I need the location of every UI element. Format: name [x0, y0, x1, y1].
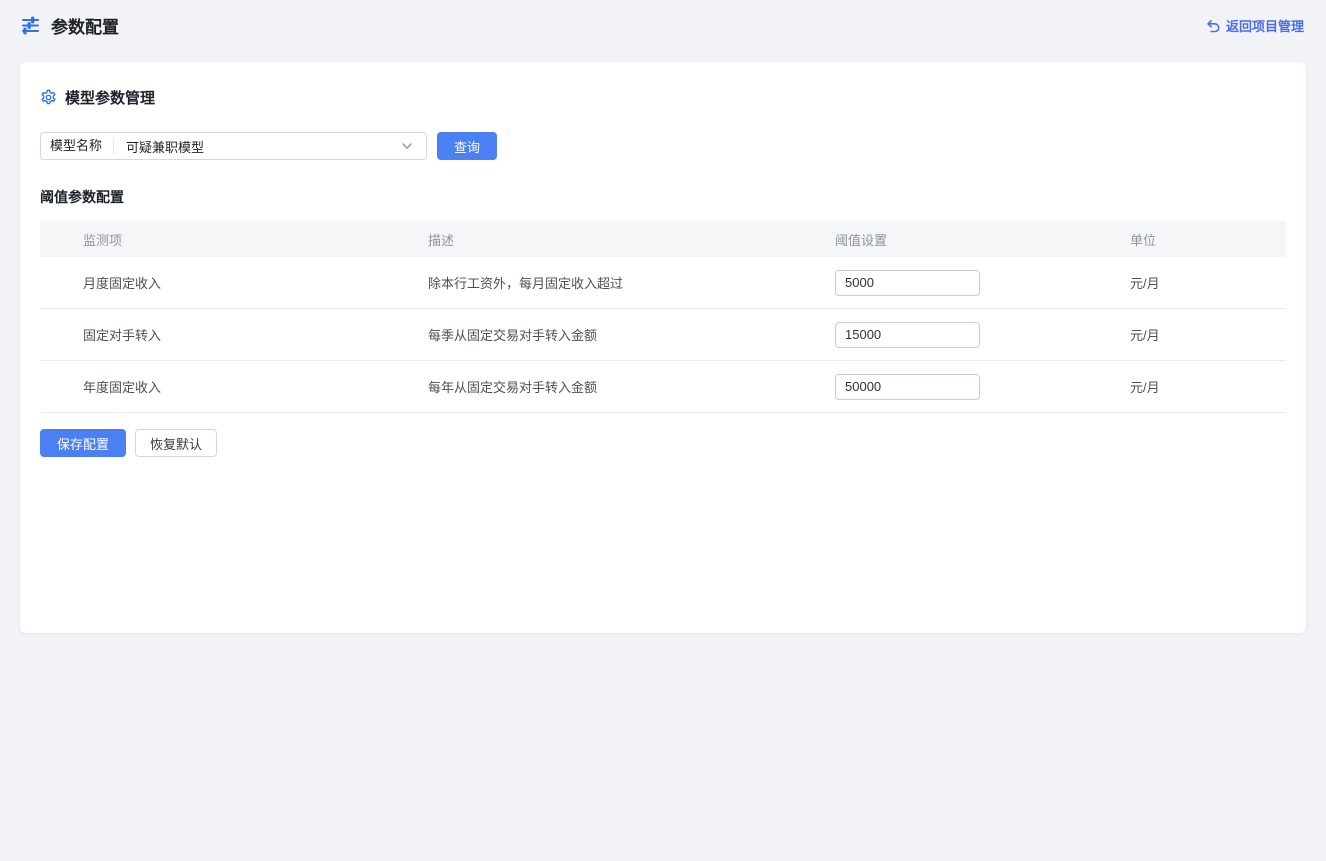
sliders-icon	[20, 15, 41, 36]
restore-defaults-button[interactable]: 恢复默认	[135, 429, 217, 457]
page-title: 参数配置	[51, 13, 119, 38]
table-header-row: 监测项 描述 阈值设置 单位	[40, 221, 1286, 257]
column-header-unit: 单位	[1130, 230, 1286, 249]
model-parameter-card: 模型参数管理 模型名称 可疑兼职模型 查询 阈值参数配置 监测项 描述 阈值设置…	[20, 62, 1306, 633]
threshold-table: 监测项 描述 阈值设置 单位 月度固定收入 除本行工资外，每月固定收入超过 元/…	[40, 221, 1286, 413]
column-header-item: 监测项	[83, 230, 428, 249]
back-link-label: 返回项目管理	[1226, 16, 1304, 35]
monitor-item-description: 除本行工资外，每月固定收入超过	[428, 273, 835, 292]
gear-icon	[40, 89, 57, 106]
unit-label: 元/月	[1130, 377, 1286, 396]
threshold-input[interactable]	[835, 270, 980, 296]
section-title: 模型参数管理	[65, 87, 155, 108]
back-to-project-management-link[interactable]: 返回项目管理	[1205, 16, 1304, 35]
table-row: 月度固定收入 除本行工资外，每月固定收入超过 元/月	[40, 257, 1286, 309]
threshold-section-title: 阈值参数配置	[40, 187, 1286, 207]
chevron-down-icon	[400, 139, 414, 153]
column-header-threshold: 阈值设置	[835, 230, 1130, 249]
top-header-bar: 参数配置 返回项目管理	[0, 0, 1326, 50]
table-row: 年度固定收入 每年从固定交易对手转入金额 元/月	[40, 361, 1286, 413]
threshold-input[interactable]	[835, 322, 980, 348]
unit-label: 元/月	[1130, 273, 1286, 292]
monitor-item-label: 月度固定收入	[83, 273, 428, 292]
threshold-input[interactable]	[835, 374, 980, 400]
query-button[interactable]: 查询	[437, 132, 497, 160]
monitor-item-label: 年度固定收入	[83, 377, 428, 396]
table-row: 固定对手转入 每季从固定交易对手转入金额 元/月	[40, 309, 1286, 361]
select-selected-value: 可疑兼职模型	[114, 137, 400, 156]
monitor-item-label: 固定对手转入	[83, 325, 428, 344]
save-config-button[interactable]: 保存配置	[40, 429, 126, 457]
column-header-description: 描述	[428, 230, 835, 249]
unit-label: 元/月	[1130, 325, 1286, 344]
undo-arrow-icon	[1205, 18, 1220, 33]
monitor-item-description: 每年从固定交易对手转入金额	[428, 377, 835, 396]
select-label: 模型名称	[41, 138, 114, 154]
monitor-item-description: 每季从固定交易对手转入金额	[428, 325, 835, 344]
model-name-select[interactable]: 模型名称 可疑兼职模型	[40, 132, 427, 160]
